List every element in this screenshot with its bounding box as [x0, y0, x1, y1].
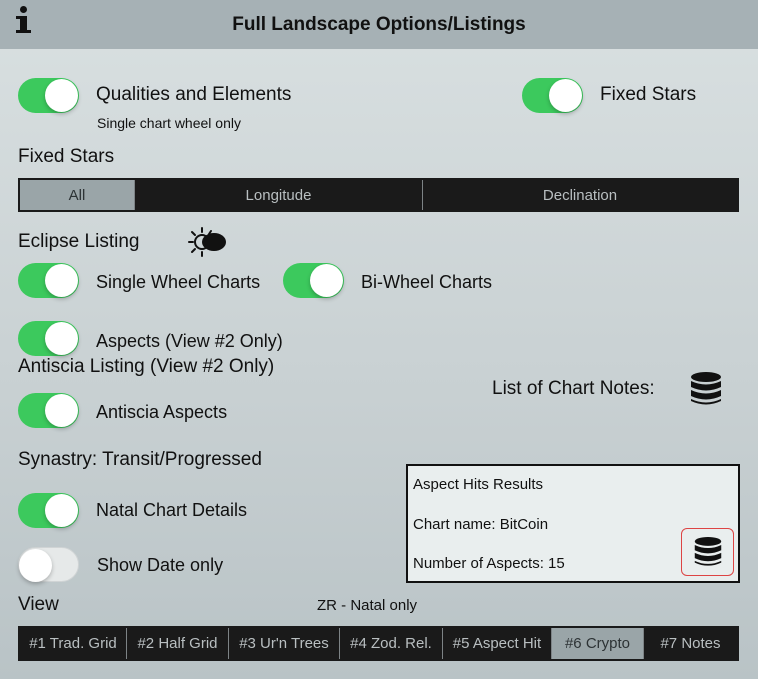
database-icon[interactable]: [689, 371, 723, 407]
bi-wheel-label: Bi-Wheel Charts: [361, 272, 493, 292]
database-icon: [694, 537, 721, 566]
antiscia-aspects-label: Antiscia Aspects: [96, 402, 228, 422]
aspect-hits-panel: Aspect Hits Results Chart name: BitCoin …: [406, 464, 740, 583]
fixed-stars-toggle-label: Fixed Stars: [600, 84, 697, 105]
view-tab-1[interactable]: #1 Trad. Grid: [20, 628, 126, 659]
qualities-label: Qualities and Elements: [96, 84, 292, 105]
segment-all[interactable]: All: [20, 180, 134, 210]
fixed-stars-toggle[interactable]: [522, 78, 583, 113]
single-wheel-label: Single Wheel Charts: [96, 272, 261, 292]
info-icon[interactable]: [14, 6, 32, 34]
antiscia-aspects-toggle[interactable]: [18, 393, 79, 428]
aspect-hits-database-button[interactable]: [681, 528, 734, 576]
page-title: Full Landscape Options/Listings: [232, 13, 526, 35]
show-date-label: Show Date only: [97, 555, 224, 575]
bi-wheel-toggle[interactable]: [283, 263, 344, 298]
eclipse-icon: [188, 227, 226, 257]
synastry-title: Synastry: Transit/Progressed: [18, 449, 262, 470]
eclipse-aspects-toggle[interactable]: [18, 321, 79, 356]
view-tab-2[interactable]: #2 Half Grid: [126, 628, 228, 659]
title-bar: Full Landscape Options/Listings: [0, 0, 758, 49]
qualities-toggle[interactable]: [18, 78, 79, 113]
natal-details-toggle[interactable]: [18, 493, 79, 528]
natal-details-label: Natal Chart Details: [96, 500, 248, 520]
view-note: ZR - Natal only: [317, 597, 418, 614]
view-tab-4[interactable]: #4 Zod. Rel.: [339, 628, 442, 659]
view-tab-5[interactable]: #5 Aspect Hit: [442, 628, 551, 659]
eclipse-aspects-label: Aspects (View #2 Only): [96, 331, 283, 351]
chart-notes-label: List of Chart Notes:: [492, 378, 655, 399]
eclipse-title: Eclipse Listing: [18, 231, 140, 252]
show-date-toggle[interactable]: [18, 547, 79, 582]
segment-declination[interactable]: Declination: [422, 180, 737, 210]
view-tab-6[interactable]: #6 Crypto: [551, 628, 643, 659]
segment-longitude[interactable]: Longitude: [134, 180, 422, 210]
aspect-hits-chart-name: Chart name: BitCoin: [413, 516, 549, 533]
view-tab-3[interactable]: #3 Ur'n Trees: [228, 628, 339, 659]
view-tab-bar: #1 Trad. Grid #2 Half Grid #3 Ur'n Trees…: [18, 626, 739, 661]
aspect-hits-count: Number of Aspects: 15: [413, 555, 565, 572]
antiscia-title: Antiscia Listing (View #2 Only): [18, 356, 275, 377]
single-wheel-toggle[interactable]: [18, 263, 79, 298]
fixed-stars-segmented-control: All Longitude Declination: [18, 178, 739, 212]
fixed-stars-title: Fixed Stars: [18, 146, 115, 167]
qualities-sublabel: Single chart wheel only: [97, 115, 241, 131]
aspect-hits-title: Aspect Hits Results: [413, 476, 544, 493]
view-title: View: [18, 594, 59, 615]
view-tab-7[interactable]: #7 Notes: [643, 628, 737, 659]
